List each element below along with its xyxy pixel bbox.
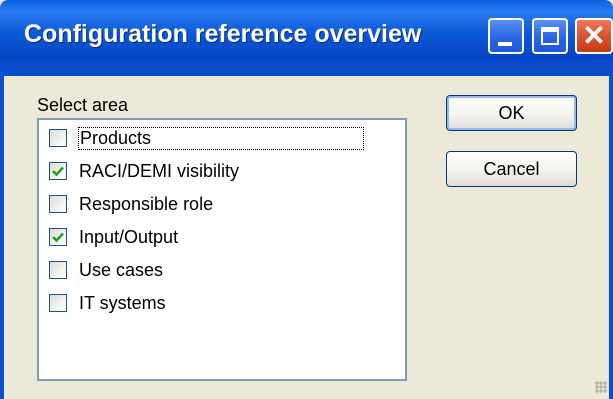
checkbox-products[interactable] bbox=[49, 129, 67, 147]
cancel-button[interactable]: Cancel bbox=[446, 151, 577, 187]
checkbox-responsible-role[interactable] bbox=[49, 195, 67, 213]
window-title: Configuration reference overview bbox=[24, 20, 422, 48]
select-area-listbox[interactable]: Products RACI/DEMI visibility Responsibl… bbox=[37, 118, 407, 381]
checkbox-raci-demi-visibility[interactable] bbox=[49, 162, 67, 180]
list-item-responsible-role[interactable]: Responsible role bbox=[49, 191, 213, 217]
ok-button[interactable]: OK bbox=[446, 95, 577, 131]
checkmark-icon bbox=[52, 232, 64, 243]
resize-grip[interactable] bbox=[595, 381, 607, 393]
list-item-label: RACI/DEMI visibility bbox=[79, 160, 240, 181]
list-item-raci-demi-visibility[interactable]: RACI/DEMI visibility bbox=[49, 158, 239, 184]
list-item-input-output[interactable]: Input/Output bbox=[49, 224, 178, 250]
list-item-label: IT systems bbox=[79, 292, 166, 313]
list-item-label: Use cases bbox=[79, 259, 164, 280]
checkbox-it-systems[interactable] bbox=[49, 294, 67, 312]
list-item-it-systems[interactable]: IT systems bbox=[49, 290, 166, 316]
list-item-use-cases[interactable]: Use cases bbox=[49, 257, 163, 283]
list-item-label: Responsible role bbox=[79, 193, 214, 214]
minimize-icon bbox=[498, 42, 512, 46]
title-bar[interactable]: Configuration reference overview ✕ bbox=[0, 0, 613, 76]
minimize-button[interactable] bbox=[488, 18, 524, 54]
list-item-products[interactable]: Products bbox=[49, 125, 365, 151]
list-item-label: Input/Output bbox=[79, 226, 179, 247]
checkbox-use-cases[interactable] bbox=[49, 261, 67, 279]
close-icon: ✕ bbox=[582, 20, 606, 51]
close-button[interactable]: ✕ bbox=[575, 18, 613, 54]
checkbox-input-output[interactable] bbox=[49, 228, 67, 246]
dialog-window: Configuration reference overview ✕ Selec… bbox=[0, 0, 613, 399]
maximize-icon bbox=[541, 27, 559, 45]
checkmark-icon bbox=[52, 166, 64, 177]
select-area-label: Select area bbox=[37, 95, 129, 115]
list-item-label: Products bbox=[77, 126, 365, 150]
maximize-button[interactable] bbox=[532, 18, 568, 54]
